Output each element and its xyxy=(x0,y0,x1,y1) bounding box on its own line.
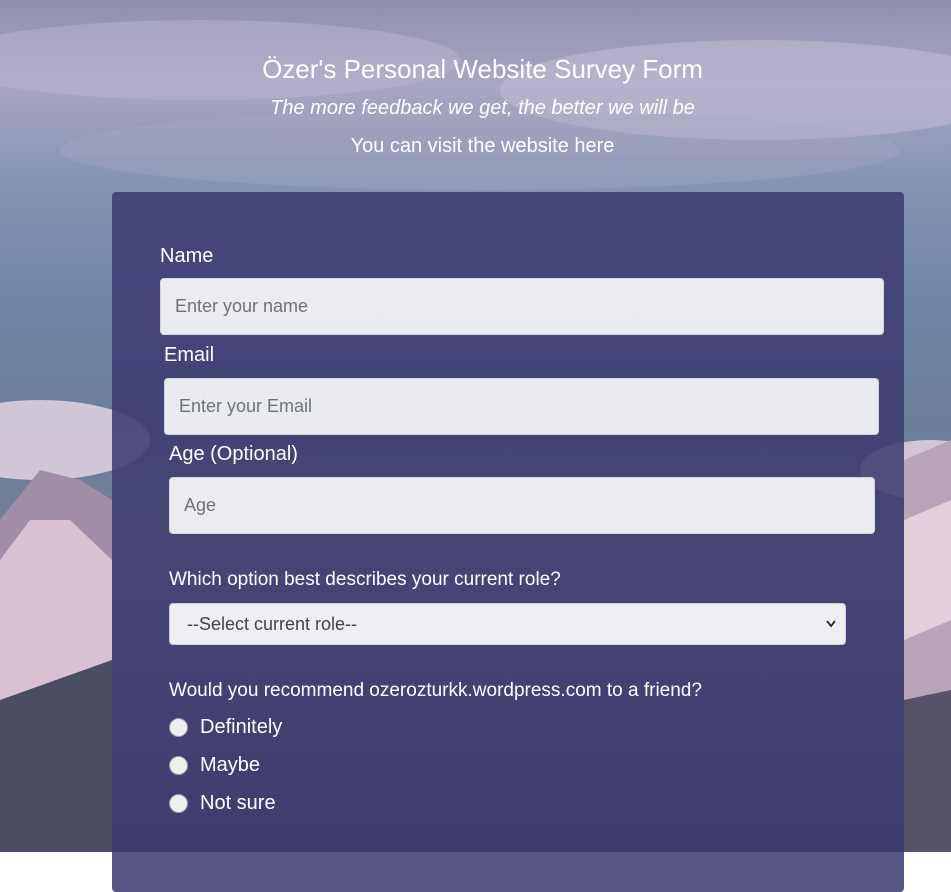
age-label: Age (Optional) xyxy=(169,443,298,465)
survey-form-card: Name Email Age (Optional) Which option b… xyxy=(112,192,904,892)
radio-option-not-sure[interactable]: Not sure xyxy=(169,791,276,815)
page-title: Özer's Personal Website Survey Form xyxy=(262,54,703,84)
radio-button[interactable] xyxy=(169,755,188,775)
visit-website-text: You can visit the website here xyxy=(350,135,615,157)
radio-button[interactable] xyxy=(169,717,188,737)
radio-label: Maybe xyxy=(200,753,261,776)
chevron-down-icon xyxy=(825,604,837,660)
radio-label: Not sure xyxy=(200,791,276,814)
name-label: Name xyxy=(160,245,214,267)
email-input[interactable] xyxy=(164,378,879,435)
radio-option-definitely[interactable]: Definitely xyxy=(169,715,282,739)
recommend-question: Would you recommend ozerozturkk.wordpres… xyxy=(169,680,702,701)
age-input[interactable] xyxy=(169,477,875,534)
role-select-value: --Select current role-- xyxy=(187,614,358,634)
page-subtitle: The more feedback we get, the better we … xyxy=(270,97,695,119)
role-select[interactable]: --Select current role-- xyxy=(169,603,846,645)
radio-label: Definitely xyxy=(200,715,283,738)
radio-button[interactable] xyxy=(169,793,188,813)
email-label: Email xyxy=(164,344,215,366)
radio-option-maybe[interactable]: Maybe xyxy=(169,753,260,777)
name-input[interactable] xyxy=(160,278,884,335)
role-question: Which option best describes your current… xyxy=(169,569,561,590)
